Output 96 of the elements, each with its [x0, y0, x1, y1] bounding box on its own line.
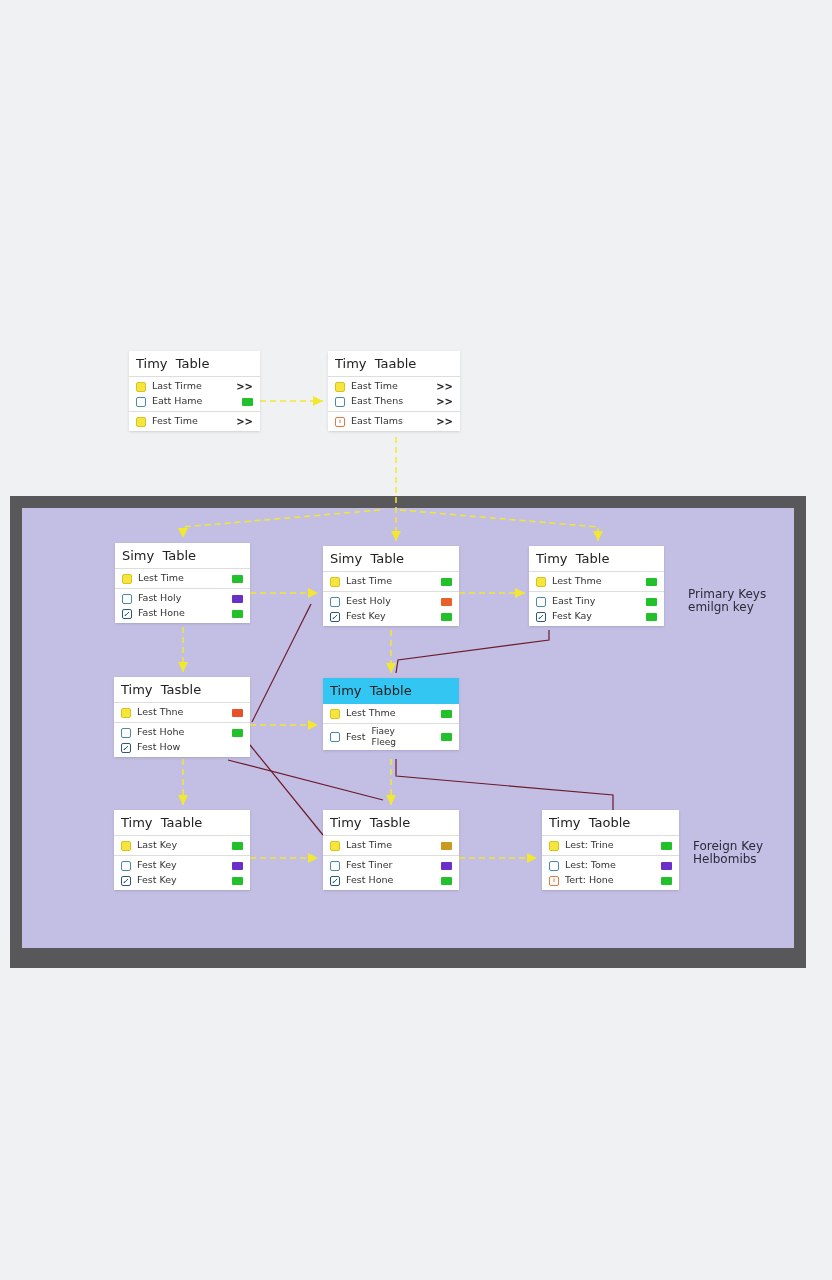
- column-name: Lest Time: [138, 571, 184, 586]
- column-name: East Thens: [351, 394, 404, 409]
- table-title: Timy Taoble: [549, 813, 631, 832]
- key-icon: [121, 707, 131, 718]
- connector-arrow: [386, 758, 396, 806]
- key-icon: [330, 840, 340, 851]
- square-icon: [536, 596, 546, 607]
- key-icon: [330, 708, 340, 719]
- key-icon: [549, 840, 559, 851]
- square-icon: [121, 860, 131, 871]
- legend-label: Foreign Key: [693, 840, 763, 853]
- table-title: Simy Table: [122, 546, 197, 565]
- legend-label: emilgn key: [688, 601, 755, 614]
- table-card[interactable]: Timy Table Last Tirme >> Eatt Hame Fest Time >>: [129, 351, 260, 431]
- column-name: East Tlams: [351, 414, 403, 429]
- key-icon: [122, 573, 132, 584]
- edit-icon: [121, 875, 131, 886]
- expand-glyph[interactable]: >>: [436, 394, 453, 409]
- legend-label: Helbomibs: [693, 853, 758, 866]
- column-name: Fest Time: [152, 414, 198, 429]
- column-name: East Time: [351, 379, 398, 394]
- column-note: Fiaey Fleeg: [371, 726, 397, 748]
- column-name: Last Time: [346, 574, 393, 589]
- square-icon: [330, 732, 340, 742]
- connector-arrow: [259, 396, 324, 406]
- column-name: Lest Thme: [552, 574, 602, 589]
- table-title: Timy Table: [536, 549, 610, 568]
- table-card[interactable]: Timy Tasble Last Time Fest Tiner Fest Hone: [323, 810, 459, 890]
- column-name: Lest Thne: [137, 705, 184, 720]
- column-name: Fest Key: [346, 609, 386, 624]
- column-name: Lest: Tome: [565, 858, 616, 873]
- expand-glyph[interactable]: >>: [236, 414, 253, 429]
- square-icon: [121, 727, 131, 738]
- table-title: Timy Taable: [335, 354, 417, 373]
- column-name: Tert: Hone: [565, 873, 614, 888]
- column-name: Fast Holy: [138, 591, 182, 606]
- column-name: Lest: Trine: [565, 838, 614, 853]
- table-card[interactable]: Timy Taoble Lest: Trine Lest: Tome Tert: Hone: [542, 810, 679, 890]
- key-icon: [121, 840, 131, 851]
- expand-glyph[interactable]: >>: [436, 414, 453, 429]
- table-card[interactable]: Timy Tasble Lest Thne Fest Hohe Fest How: [114, 677, 250, 757]
- key-icon: [136, 416, 146, 427]
- square-icon: [330, 596, 340, 607]
- column-name: Fest: [346, 729, 366, 744]
- edit-icon: [330, 611, 340, 622]
- column-name: Fest Tiner: [346, 858, 393, 873]
- column-name: Fast Hone: [138, 606, 185, 621]
- key-icon: [536, 576, 546, 587]
- connector-arrow: [249, 588, 319, 598]
- connector-arrow: [178, 758, 188, 806]
- flag-icon: [335, 416, 345, 427]
- square-icon: [330, 860, 340, 871]
- column-name: Fest How: [137, 740, 181, 755]
- key-icon: [335, 381, 345, 392]
- table-title: Simy Table: [330, 549, 405, 568]
- table-title: Timy Table: [136, 354, 210, 373]
- column-name: Last Key: [137, 838, 178, 853]
- column-name: Last Time: [346, 838, 393, 853]
- table-card[interactable]: Timy Taable East Time >> East Thens >> East Tlams >>: [328, 351, 460, 431]
- column-name: Last Tirme: [152, 379, 202, 394]
- connector-arrow: [386, 629, 396, 674]
- column-name: Fest Key: [137, 858, 177, 873]
- expand-glyph[interactable]: >>: [436, 379, 453, 394]
- column-name: Lest Thme: [346, 706, 396, 721]
- edit-icon: [536, 611, 546, 622]
- legend-label: Primary Keys: [688, 588, 767, 601]
- column-name: Fest Kay: [552, 609, 592, 624]
- table-card[interactable]: Simy Table Lest Time Fast Holy Fast Hone: [115, 543, 250, 623]
- edit-icon: [330, 875, 340, 886]
- table-title: Timy Tabble: [330, 682, 412, 701]
- column-name: Fest Hone: [346, 873, 394, 888]
- flag-icon: [549, 875, 559, 886]
- square-icon: [335, 396, 345, 407]
- table-title: Timy Tasble: [121, 680, 202, 699]
- expand-glyph[interactable]: >>: [236, 379, 253, 394]
- square-icon: [122, 593, 132, 604]
- edit-icon: [121, 742, 131, 753]
- column-name: Fest Key: [137, 873, 177, 888]
- connector-arrow: [249, 853, 319, 863]
- table-card[interactable]: Timy Table Lest Thme East Tiny Fest Kay: [529, 546, 664, 626]
- key-icon: [330, 576, 340, 587]
- column-name: East Tiny: [552, 594, 596, 609]
- connector-arrow: [178, 626, 188, 673]
- column-name: Fest Hohe: [137, 725, 185, 740]
- table-title: Timy Tasble: [330, 813, 411, 832]
- table-card[interactable]: Timy Taable Last Key Fest Key Fest Key: [114, 810, 250, 890]
- column-name: Eatt Hame: [152, 394, 203, 409]
- square-icon: [136, 396, 146, 407]
- table-title: Timy Taable: [121, 813, 203, 832]
- column-name: Eest Holy: [346, 594, 391, 609]
- table-card[interactable]: Simy Table Last Time Eest Holy Fest Key: [323, 546, 459, 626]
- key-icon: [136, 381, 146, 392]
- connector-arrow: [458, 588, 526, 598]
- square-icon: [549, 860, 559, 871]
- connector-arrow: [249, 720, 319, 730]
- edit-icon: [122, 608, 132, 619]
